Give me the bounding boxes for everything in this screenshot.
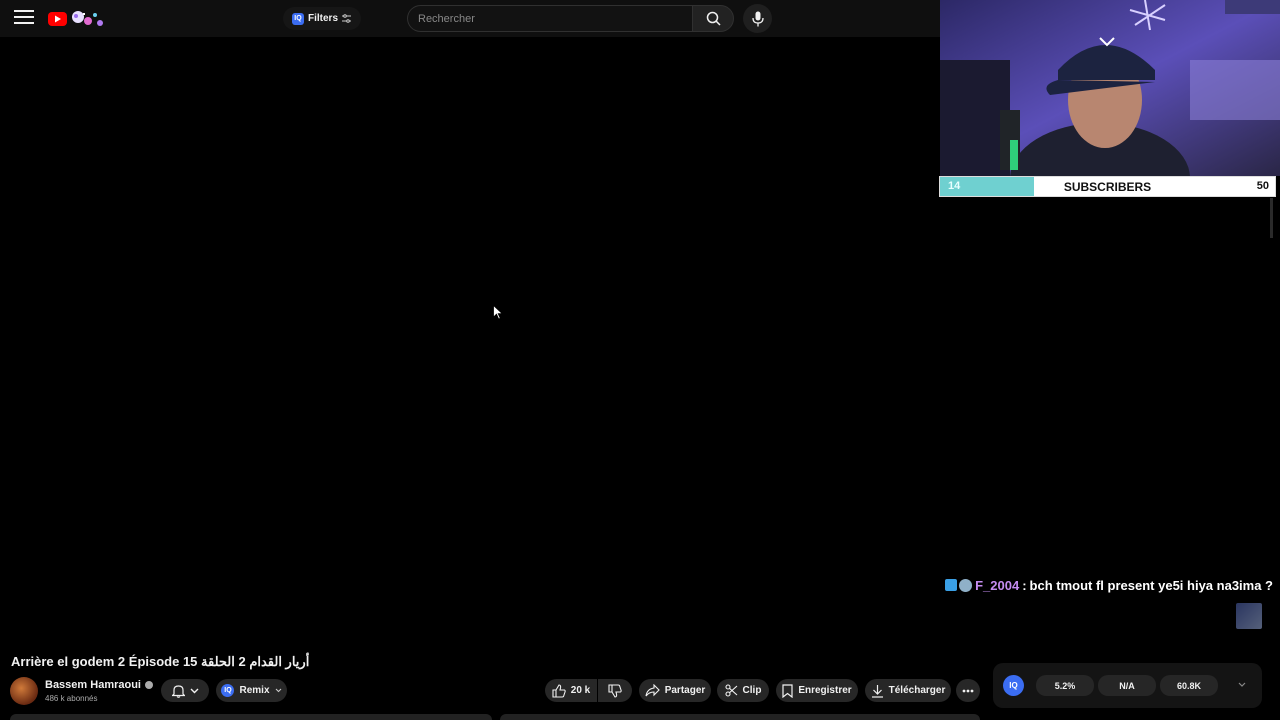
streamer-webcam-image	[940, 0, 1280, 176]
download-button[interactable]: Télécharger	[865, 679, 951, 702]
chat-avatar	[1236, 603, 1262, 629]
search-icon	[706, 11, 721, 26]
badge-icon	[945, 578, 958, 591]
like-count: 20 k	[570, 685, 591, 696]
chat-message: F_2004 : bch tmout fl present ye5i hiya …	[945, 577, 1273, 593]
emote-icon	[959, 578, 973, 592]
mouse-cursor-icon	[493, 305, 503, 320]
more-actions-button[interactable]	[956, 679, 980, 702]
bell-icon	[171, 684, 185, 698]
description-panel-edge	[10, 714, 492, 720]
scissors-icon	[724, 684, 737, 697]
share-icon	[645, 684, 660, 697]
clip-button[interactable]: Clip	[717, 679, 769, 702]
stat-engagement: 5.2%	[1036, 675, 1094, 696]
channel-avatar[interactable]	[10, 677, 38, 705]
channel-subscriber-count: 486 k abonnés	[45, 694, 98, 703]
download-icon	[871, 684, 883, 698]
channel-name[interactable]: Bassem Hamraoui	[45, 679, 141, 691]
remix-button[interactable]: IQ Remix	[216, 679, 287, 702]
chat-text: bch tmout fl present ye5i hiya na3ima ?	[1029, 577, 1273, 593]
chat-username: F_2004	[975, 577, 1020, 593]
chevron-down-icon[interactable]	[1235, 677, 1249, 691]
iq-remix-icon: IQ	[221, 684, 235, 697]
filters-button[interactable]: IQ Filters	[283, 7, 362, 30]
scrollbar-thumb[interactable]	[1270, 198, 1273, 238]
thumbs-down-icon	[608, 683, 622, 698]
voice-search-button[interactable]	[743, 4, 772, 33]
search-bar	[407, 5, 734, 32]
stat-count: 60.8K	[1160, 675, 1218, 696]
dislike-button[interactable]	[598, 679, 632, 702]
search-button[interactable]	[692, 5, 734, 32]
bookmark-icon	[782, 683, 793, 698]
save-label: Enregistrer	[798, 685, 852, 696]
chat-badges	[945, 578, 973, 592]
search-input[interactable]	[407, 5, 692, 32]
chat-separator: :	[1022, 577, 1027, 593]
chevron-down-icon	[275, 688, 281, 693]
iq-badge-icon: IQ	[292, 12, 304, 25]
subscriber-label: SUBSCRIBERS	[1063, 180, 1152, 194]
chevron-down-icon	[190, 688, 198, 693]
webcam-overlay	[940, 0, 1280, 176]
stat-na: N/A	[1098, 675, 1156, 696]
clip-label: Clip	[742, 685, 762, 696]
save-button[interactable]: Enregistrer	[776, 679, 858, 702]
like-button[interactable]: 20 k	[545, 679, 597, 702]
remix-label: Remix	[239, 685, 270, 696]
subscriber-goal-bar: 14 SUBSCRIBERS 50	[939, 176, 1276, 197]
share-label: Partager	[664, 685, 706, 696]
iq-stats-panel: IQ 5.2% N/A 60.8K	[993, 663, 1262, 708]
sliders-icon	[342, 14, 352, 23]
video-title: Arrière el godem 2 Épisode 15 أريار القد…	[11, 654, 310, 669]
menu-icon[interactable]	[14, 10, 34, 26]
channel-name-row[interactable]: Bassem Hamraoui	[45, 679, 153, 691]
verified-icon	[145, 681, 153, 689]
share-button[interactable]: Partager	[639, 679, 711, 702]
download-label: Télécharger	[888, 685, 946, 696]
more-horizontal-icon	[962, 689, 974, 692]
comments-panel-edge	[500, 714, 980, 720]
filters-label: Filters	[308, 13, 339, 24]
microphone-icon	[751, 11, 764, 26]
video-player[interactable]	[0, 37, 940, 643]
subscriber-goal: 50	[1256, 180, 1269, 192]
masthead: IQ Filters	[0, 0, 940, 37]
youtube-logo-icon[interactable]	[48, 8, 108, 30]
thumbs-up-icon	[552, 683, 566, 698]
iq-logo-icon[interactable]: IQ	[1003, 675, 1024, 696]
notification-bell-button[interactable]	[161, 679, 209, 702]
